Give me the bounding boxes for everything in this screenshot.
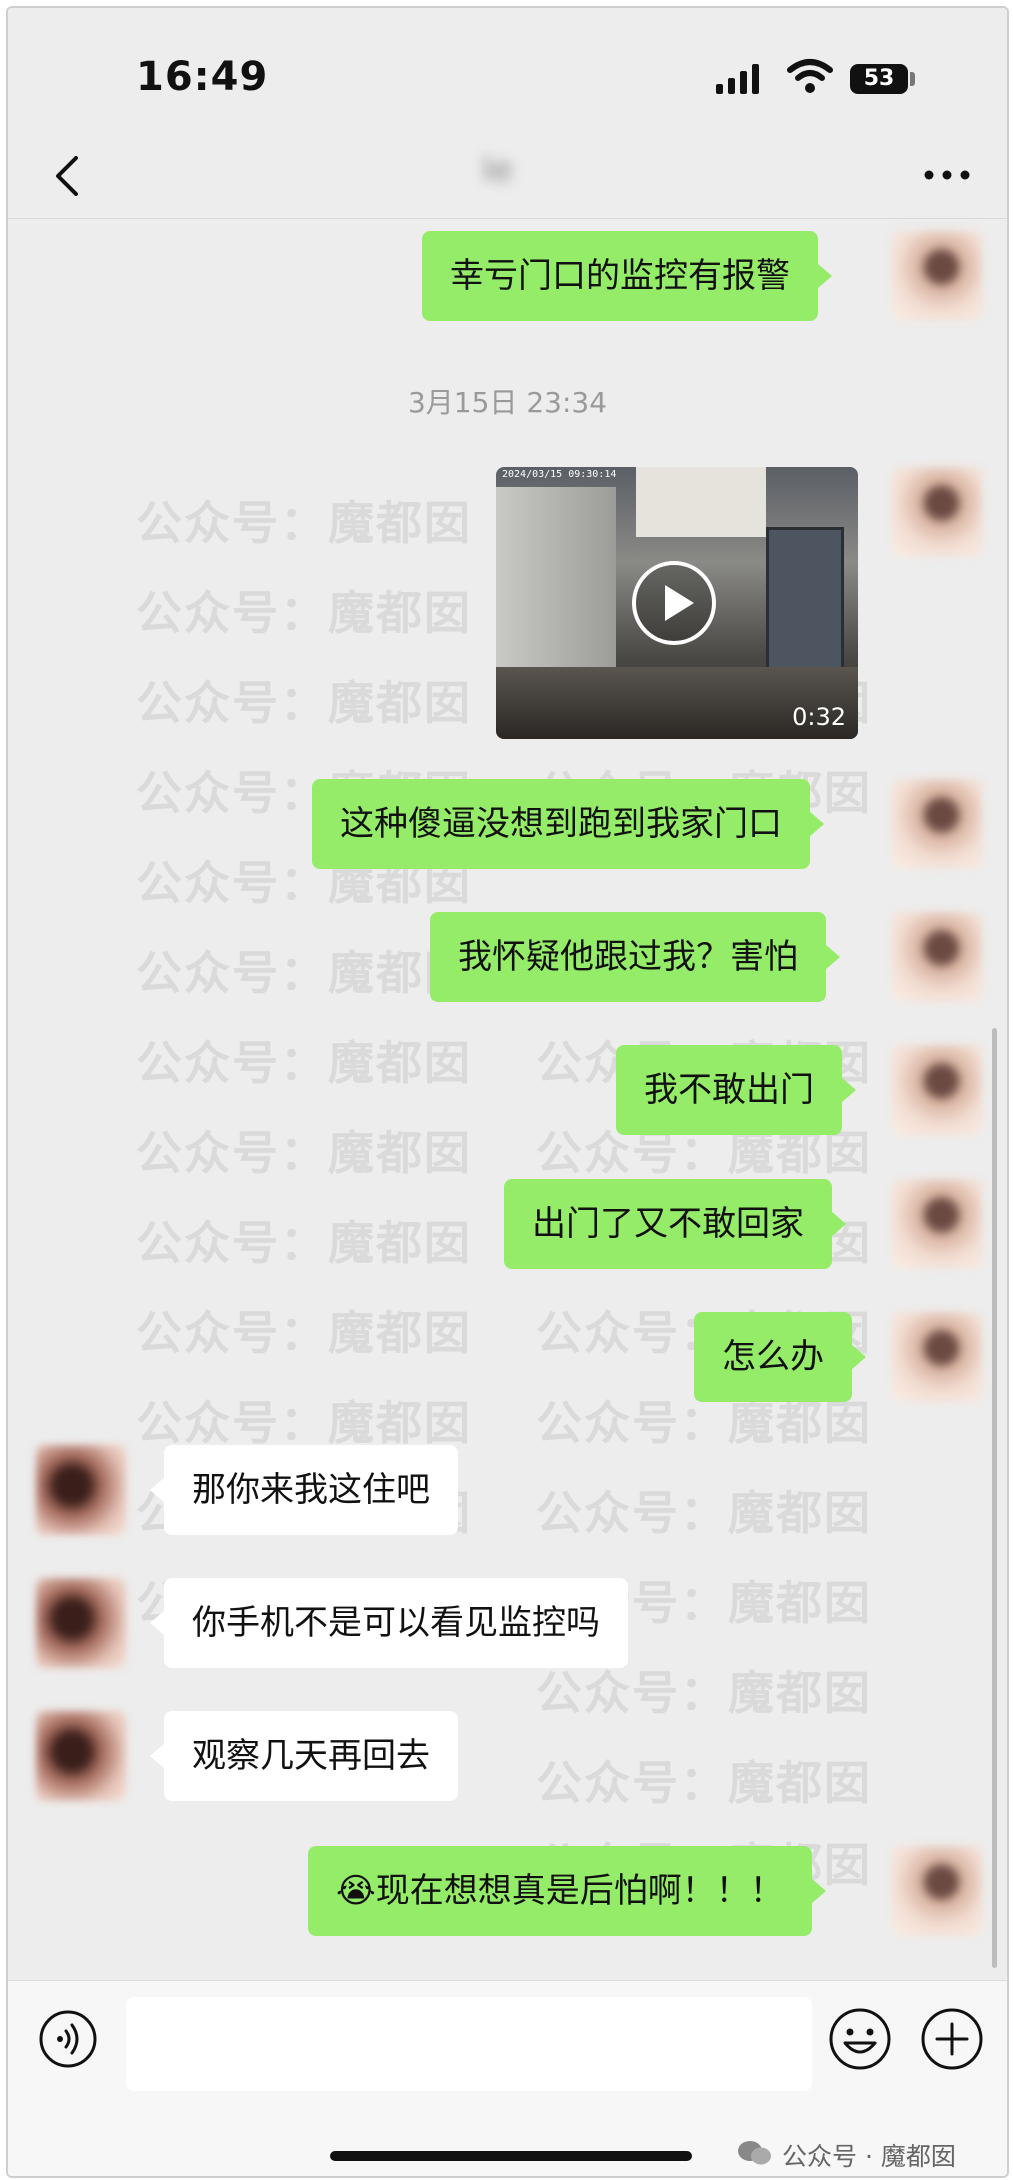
outgoing-message[interactable]: 我怀疑他跟过我？害怕 bbox=[430, 912, 840, 1002]
watermark: 公众号：魔都囡 bbox=[136, 586, 472, 640]
chat-header: Ie bbox=[8, 138, 1007, 219]
outgoing-message[interactable]: 我不敢出门 bbox=[616, 1045, 856, 1135]
battery-cap bbox=[910, 72, 915, 86]
message-input[interactable] bbox=[126, 1997, 812, 2091]
outgoing-message[interactable]: 😭现在想想真是后怕啊！！！ bbox=[308, 1846, 826, 1936]
video-duration: 0:32 bbox=[792, 703, 846, 731]
self-avatar[interactable] bbox=[892, 467, 982, 557]
watermark: 公众号：魔都囡 bbox=[136, 676, 472, 730]
wifi-icon bbox=[787, 59, 833, 93]
watermark: 公众号：魔都囡 bbox=[136, 1306, 472, 1360]
incoming-message[interactable]: 观察几天再回去 bbox=[150, 1711, 458, 1801]
watermark: 公众号：魔都囡 bbox=[136, 1396, 472, 1450]
phone-screen: 16:49 53 Ie 公众号：魔都囡 公众号：魔都囡 公众号：魔都囡 公众号：… bbox=[6, 6, 1009, 2178]
message-timestamp: 3月15日 23:34 bbox=[407, 386, 608, 419]
watermark: 公众号：魔都囡 bbox=[136, 1216, 472, 1270]
battery-icon: 53 bbox=[850, 64, 908, 94]
outgoing-message[interactable]: 怎么办 bbox=[694, 1312, 866, 1402]
more-options-icon[interactable] bbox=[920, 160, 974, 190]
self-avatar[interactable] bbox=[892, 912, 982, 1002]
home-indicator[interactable] bbox=[330, 2151, 692, 2161]
status-time: 16:49 bbox=[136, 54, 269, 100]
chat-title: Ie bbox=[482, 150, 513, 190]
self-avatar[interactable] bbox=[892, 779, 982, 869]
watermark: 公众号：魔都囡 bbox=[536, 1486, 872, 1540]
back-arrow-icon[interactable] bbox=[50, 154, 90, 198]
watermark: 公众号：魔都囡 bbox=[136, 1126, 472, 1180]
self-avatar[interactable] bbox=[892, 1846, 982, 1936]
contact-avatar[interactable] bbox=[36, 1445, 126, 1535]
video-overlay-timestamp: 2024/03/15 09:30:14 bbox=[502, 469, 617, 480]
message-input-bar: 公众号 · 魔都囡 bbox=[8, 1980, 1007, 2176]
watermark: 公众号：魔都囡 bbox=[136, 946, 472, 1000]
contact-avatar[interactable] bbox=[36, 1578, 126, 1668]
status-bar: 16:49 53 bbox=[8, 8, 1007, 138]
play-icon[interactable] bbox=[630, 559, 718, 647]
watermark: 公众号：魔都囡 bbox=[136, 1036, 472, 1090]
chat-message-list[interactable]: 公众号：魔都囡 公众号：魔都囡 公众号：魔都囡 公众号：魔都囡 公众号：魔都囡 … bbox=[8, 219, 1007, 1979]
add-icon[interactable] bbox=[920, 2007, 984, 2071]
emoji-icon[interactable] bbox=[828, 2007, 892, 2071]
voice-input-icon[interactable] bbox=[38, 2009, 98, 2069]
self-avatar[interactable] bbox=[892, 231, 982, 321]
outgoing-message[interactable]: 出门了又不敢回家 bbox=[504, 1179, 846, 1269]
contact-avatar[interactable] bbox=[36, 1711, 126, 1801]
cellular-signal-icon bbox=[716, 64, 762, 94]
watermark: 公众号：魔都囡 bbox=[136, 496, 472, 550]
account-watermark: 公众号 · 魔都囡 bbox=[782, 2142, 956, 2171]
self-avatar[interactable] bbox=[892, 1045, 982, 1135]
self-avatar[interactable] bbox=[892, 1179, 982, 1269]
incoming-message[interactable]: 你手机不是可以看见监控吗 bbox=[150, 1578, 628, 1668]
self-avatar[interactable] bbox=[892, 1312, 982, 1402]
outgoing-message[interactable]: 这种傻逼没想到跑到我家门口 bbox=[312, 779, 824, 869]
video-thumbnail-ceiling bbox=[636, 467, 766, 537]
incoming-message[interactable]: 那你来我这住吧 bbox=[150, 1445, 458, 1535]
chat-scrollbar[interactable] bbox=[992, 1028, 997, 1968]
outgoing-message[interactable]: 幸亏门口的监控有报警 bbox=[422, 231, 832, 321]
watermark: 公众号：魔都囡 bbox=[536, 1756, 872, 1810]
wechat-logo-icon bbox=[738, 2141, 771, 2165]
video-message[interactable]: 2024/03/15 09:30:14 0:32 bbox=[496, 467, 858, 739]
